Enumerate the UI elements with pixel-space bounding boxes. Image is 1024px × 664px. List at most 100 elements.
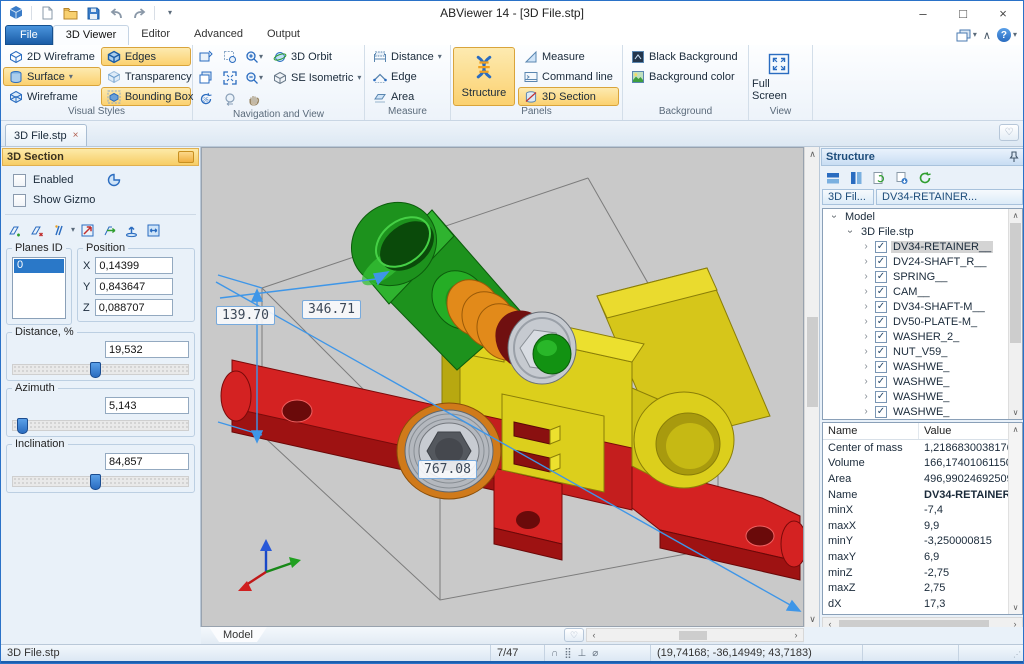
checkbox-checked-icon[interactable]: ✓ xyxy=(875,316,887,328)
position-z-input[interactable] xyxy=(95,299,173,316)
property-row[interactable]: minX-7,4 xyxy=(823,502,1022,518)
customize-toolbar-dropdown[interactable]: ▾ xyxy=(160,4,180,22)
full-screen-button[interactable]: Full Screen xyxy=(751,47,807,106)
previous-view-button[interactable] xyxy=(219,90,241,109)
scrollbar-thumb[interactable] xyxy=(1010,223,1021,343)
properties-scrollbar[interactable]: ∧ ∨ xyxy=(1008,423,1022,614)
checkbox-checked-icon[interactable]: ✓ xyxy=(875,271,887,283)
zoom-window-button[interactable] xyxy=(219,48,241,67)
tree-item[interactable]: ›✓WASHWE_ xyxy=(823,389,1022,404)
checkbox-checked-icon[interactable]: ✓ xyxy=(875,286,887,298)
checkbox-checked-icon[interactable]: ✓ xyxy=(875,376,887,388)
name-column-header[interactable]: Name xyxy=(823,423,919,439)
tree-item[interactable]: ›✓DV34-RETAINER__ xyxy=(823,239,1022,254)
property-row[interactable]: Volume166,174010611501 xyxy=(823,456,1022,472)
background-color-button[interactable]: Background color xyxy=(625,67,744,86)
tree-item[interactable]: ›✓CAM__ xyxy=(823,284,1022,299)
redo-button[interactable] xyxy=(129,4,149,22)
chevron-collapsed-icon[interactable]: › xyxy=(861,376,871,387)
tree-item[interactable]: ›✓DV50-PLATE-M_ xyxy=(823,314,1022,329)
property-row[interactable]: maxX9,9 xyxy=(823,518,1022,534)
property-row[interactable]: maxZ2,75 xyxy=(823,580,1022,596)
chevron-collapsed-icon[interactable]: › xyxy=(861,301,871,312)
reverse-direction-button[interactable] xyxy=(99,221,119,240)
zoom-in-button[interactable]: ▾ xyxy=(243,48,265,67)
checkbox-checked-icon[interactable]: ✓ xyxy=(875,331,887,343)
scroll-up-icon[interactable]: ∧ xyxy=(805,147,820,162)
pin-icon[interactable] xyxy=(1009,151,1019,163)
ortho-icon[interactable]: ⊥ xyxy=(578,648,587,659)
viewports-button[interactable] xyxy=(195,69,217,88)
slider-thumb[interactable] xyxy=(17,418,28,434)
checkbox-checked-icon[interactable]: ✓ xyxy=(875,241,887,253)
measure-panel-button[interactable]: Measure xyxy=(518,47,619,66)
checkbox-checked-icon[interactable]: ✓ xyxy=(875,361,887,373)
inclination-input[interactable] xyxy=(105,453,189,470)
rows-view-button[interactable] xyxy=(823,169,843,188)
tab-output[interactable]: Output xyxy=(255,25,312,45)
pan-button[interactable] xyxy=(243,90,265,109)
tab-list-button[interactable]: ♡ xyxy=(999,124,1019,141)
help-button[interactable]: ? ▾ xyxy=(997,28,1017,42)
view-preset-button[interactable]: SE Isometric ▾ xyxy=(267,69,367,88)
3d-orbit-button[interactable]: 3D Orbit xyxy=(267,48,338,67)
chevron-collapsed-icon[interactable]: › xyxy=(861,361,871,372)
export-structure-button[interactable] xyxy=(892,169,912,188)
tab-3d-viewer[interactable]: 3D Viewer xyxy=(53,25,130,45)
area-button[interactable]: Area xyxy=(367,87,448,106)
close-document-icon[interactable]: × xyxy=(73,130,79,141)
planes-listbox[interactable]: 0 xyxy=(12,257,66,319)
refresh-structure-button[interactable] xyxy=(869,169,889,188)
tree-item[interactable]: ›✓WASHWE_ xyxy=(823,404,1022,419)
chevron-collapsed-icon[interactable]: › xyxy=(861,241,871,252)
zoom-out-button[interactable]: ▾ xyxy=(243,69,265,88)
fit-section-button[interactable] xyxy=(143,221,163,240)
save-button[interactable] xyxy=(83,4,103,22)
scroll-right-icon[interactable]: › xyxy=(789,630,803,640)
tree-scrollbar[interactable]: ∧ ∨ xyxy=(1008,209,1022,419)
tab-advanced[interactable]: Advanced xyxy=(182,25,255,45)
zoom-extents-button[interactable] xyxy=(219,69,241,88)
tree-item[interactable]: ›✓DV24-SHAFT_R__ xyxy=(823,254,1022,269)
plane-item[interactable]: 0 xyxy=(14,259,64,273)
undo-button[interactable] xyxy=(106,4,126,22)
new-viewport-button[interactable] xyxy=(195,48,217,67)
layout-list-button[interactable]: ♡ xyxy=(564,628,584,642)
surface-button[interactable]: Surface ▾ xyxy=(3,67,101,86)
3d-section-panel-button[interactable]: 3D Section xyxy=(518,87,619,106)
chevron-expanded-icon[interactable]: › xyxy=(829,212,840,222)
scroll-down-icon[interactable]: ∨ xyxy=(1009,601,1022,614)
distance-button[interactable]: Distance ▾ xyxy=(367,47,448,66)
property-row[interactable]: minY-3,250000815 xyxy=(823,534,1022,550)
snap-icon[interactable]: ∩ xyxy=(551,648,558,659)
tree-node-model[interactable]: › Model xyxy=(823,209,1022,224)
slider-thumb[interactable] xyxy=(90,362,101,378)
position-y-input[interactable] xyxy=(95,278,173,295)
osnap-icon[interactable]: ⌀ xyxy=(592,648,598,659)
tree-item[interactable]: ›✓NUT_V59_ xyxy=(823,344,1022,359)
3d-viewport[interactable]: 139.70 346.71 767.08 xyxy=(201,147,804,627)
reload-structure-button[interactable] xyxy=(915,169,935,188)
close-button[interactable]: × xyxy=(983,1,1023,25)
property-row[interactable]: maxY6,9 xyxy=(823,549,1022,565)
tree-item[interactable]: ›✓WASHWE_ xyxy=(823,374,1022,389)
resize-grip[interactable]: ⋰ xyxy=(1009,645,1023,661)
app-logo-icon[interactable] xyxy=(6,4,26,22)
tree-item[interactable]: ›✓SPRING__ xyxy=(823,269,1022,284)
value-column-header[interactable]: Value xyxy=(919,423,1022,439)
layout-switch-button[interactable]: ▾ xyxy=(956,29,977,42)
scroll-up-icon[interactable]: ∧ xyxy=(1009,209,1022,222)
black-background-button[interactable]: Black Background xyxy=(625,47,744,66)
edges-button[interactable]: Edges xyxy=(101,47,191,66)
3d-model-canvas[interactable] xyxy=(202,148,803,626)
scrollbar-thumb[interactable] xyxy=(807,317,818,407)
scroll-down-icon[interactable]: ∨ xyxy=(1009,406,1022,419)
chevron-collapsed-icon[interactable]: › xyxy=(861,406,871,417)
align-top-button[interactable] xyxy=(121,221,141,240)
document-tab[interactable]: 3D File.stp × xyxy=(5,124,87,146)
slider-thumb[interactable] xyxy=(90,474,101,490)
bounding-box-button[interactable]: Bounding Box xyxy=(101,87,191,106)
delete-plane-button[interactable] xyxy=(27,221,47,240)
minimize-button[interactable]: – xyxy=(903,1,943,25)
breadcrumb-current[interactable]: DV34-RETAINER... xyxy=(876,189,1023,205)
